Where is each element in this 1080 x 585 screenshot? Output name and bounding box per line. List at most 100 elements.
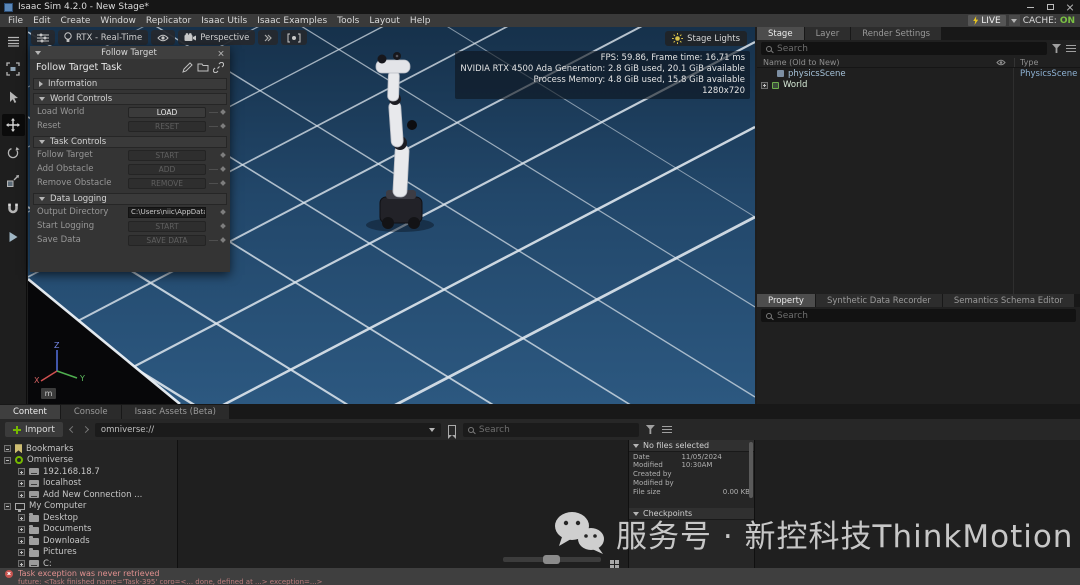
tree-item-server-ip[interactable]: 192.168.18.7 [0,466,177,478]
folder-icon[interactable] [197,62,209,72]
output-directory-field[interactable]: C:\Users\niic\AppData\Lo [128,207,206,218]
expand-icon[interactable] [18,491,25,498]
live-dropdown[interactable] [1009,15,1020,26]
options-icon[interactable] [1066,45,1076,47]
zoom-slider[interactable] [503,557,601,562]
rotate-tool[interactable] [2,142,25,164]
play-button[interactable] [2,226,25,248]
menu-item-replicator[interactable]: Replicator [141,16,196,26]
expand-icon[interactable] [18,480,25,487]
section-task-controls[interactable]: Task Controls [33,136,227,148]
save-data-button[interactable]: SAVE DATA [128,235,206,246]
status-error-message[interactable]: Task exception was never retrieved [18,569,159,578]
tree-item-localhost[interactable]: localhost [0,478,177,490]
start-logging-button[interactable]: START [128,221,206,232]
expand-icon[interactable] [18,468,25,475]
tab-console[interactable]: Console [61,405,121,419]
collapse-icon[interactable] [4,457,11,464]
tab-stage[interactable]: Stage [757,27,804,40]
move-tool[interactable] [2,114,25,136]
expand-icon[interactable] [18,537,25,544]
tab-semantics-schema-editor[interactable]: Semantics Schema Editor [943,294,1074,307]
panel-close-icon[interactable] [218,49,224,55]
no-files-header[interactable]: No files selected [629,440,754,452]
section-world-controls[interactable]: World Controls [33,93,227,105]
stage-lights-button[interactable]: Stage Lights [665,31,747,46]
load-button[interactable]: LOAD [128,107,206,118]
link-icon[interactable] [213,62,224,73]
capture-button[interactable] [281,30,307,45]
tree-item-omniverse[interactable]: Omniverse [0,455,177,467]
minimize-button[interactable] [1020,1,1040,14]
toolbar-menu-button[interactable] [2,30,25,52]
tree-item-c-drive[interactable]: C: [0,558,177,568]
toolbar-expand-button[interactable] [258,30,278,45]
snap-tool[interactable] [2,198,25,220]
menu-item-isaac-examples[interactable]: Isaac Examples [252,16,332,26]
menu-item-help[interactable]: Help [405,16,436,26]
maximize-button[interactable] [1040,1,1060,14]
section-information[interactable]: Information [33,78,227,90]
content-search-input[interactable]: Search [463,423,639,437]
menu-item-file[interactable]: File [3,16,28,26]
tree-item-my-computer[interactable]: My Computer [0,501,177,513]
follow-target-panel-header[interactable]: Follow Target [30,46,230,59]
menu-item-isaac-utils[interactable]: Isaac Utils [196,16,252,26]
tree-item-documents[interactable]: Documents [0,524,177,536]
stage-row-physics-scene[interactable]: physicsScene PhysicsScene [757,68,1080,80]
bookmark-icon[interactable] [448,425,456,435]
path-field[interactable]: omniverse:// [95,423,441,437]
cache-state[interactable]: ON [1060,16,1075,26]
filter-icon[interactable] [646,425,655,434]
options-icon[interactable] [662,426,672,428]
menu-item-edit[interactable]: Edit [28,16,55,26]
renderer-selector[interactable]: RTX - Real-Time [58,30,148,45]
chevron-down-icon[interactable] [429,428,435,432]
close-button[interactable] [1060,1,1080,14]
tab-property[interactable]: Property [757,294,815,307]
edit-icon[interactable] [182,62,193,73]
type-column-header[interactable]: Type [1014,58,1080,67]
forward-icon[interactable] [82,426,89,433]
tree-item-bookmarks[interactable]: Bookmarks [0,443,177,455]
tab-synthetic-data-recorder[interactable]: Synthetic Data Recorder [816,294,942,307]
menu-item-window[interactable]: Window [95,16,141,26]
scrollbar[interactable] [749,442,753,498]
collapse-icon[interactable] [4,445,11,452]
remove-button[interactable]: REMOVE [128,178,206,189]
select-tool[interactable] [2,86,25,108]
menu-item-layout[interactable]: Layout [364,16,405,26]
filter-icon[interactable] [1052,44,1061,53]
stage-search-input[interactable]: Search [761,42,1047,55]
expand-icon[interactable] [761,82,768,89]
expand-icon[interactable] [18,549,25,556]
import-button[interactable]: Import [5,422,63,437]
viewport-settings-button[interactable] [31,30,55,45]
stage-row-world[interactable]: World [757,80,1080,92]
add-button[interactable]: ADD [128,164,206,175]
tab-render-settings[interactable]: Render Settings [851,27,941,40]
collapse-icon[interactable] [4,503,11,510]
expand-icon[interactable] [18,526,25,533]
expand-icon[interactable] [18,514,25,521]
camera-selector[interactable]: Perspective [178,30,255,45]
tab-isaac-assets[interactable]: Isaac Assets (Beta) [122,405,229,419]
tree-item-pictures[interactable]: Pictures [0,547,177,559]
back-icon[interactable] [69,426,76,433]
tree-item-add-new-connection[interactable]: Add New Connection ... [0,489,177,501]
reset-button[interactable]: RESET [128,121,206,132]
expand-icon[interactable] [18,560,25,567]
section-data-logging[interactable]: Data Logging [33,193,227,205]
axis-gizmo[interactable]: Z X Y m [33,341,87,399]
menu-item-create[interactable]: Create [56,16,96,26]
zoom-slider-handle[interactable] [543,555,560,564]
visibility-column-header[interactable] [988,59,1014,66]
tree-item-downloads[interactable]: Downloads [0,535,177,547]
live-toggle[interactable]: LIVE [968,15,1006,26]
tree-item-desktop[interactable]: Desktop [0,512,177,524]
tab-content[interactable]: Content [0,405,60,419]
property-search-input[interactable]: Search [761,309,1076,322]
name-column-header[interactable]: Name (Old to New) [757,58,988,67]
start-follow-button[interactable]: START [128,150,206,161]
scale-tool[interactable] [2,170,25,192]
